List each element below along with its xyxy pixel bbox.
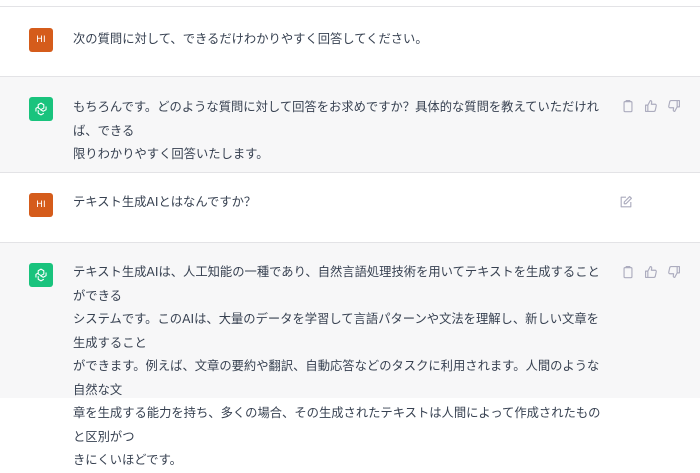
- assistant-message: もちろんです。どのような質問に対して回答をお求めですか？具体的な質問を教えていた…: [0, 77, 700, 172]
- thumbs-up-button[interactable]: [644, 265, 658, 279]
- copy-button[interactable]: [621, 265, 635, 279]
- copy-icon: [623, 100, 633, 113]
- edit-button[interactable]: [619, 195, 633, 209]
- thumbs-down-icon: [668, 100, 680, 112]
- message-text: テキスト生成AIは、人工知能の一種であり、自然言語処理技術を用いてテキストを生成…: [73, 265, 601, 467]
- message-actions: [619, 195, 633, 209]
- openai-logo-icon: [35, 102, 47, 116]
- chat-thread: HI 次の質問に対して、できるだけわかりやすく回答してください。 もちろんです。…: [0, 0, 700, 467]
- message-text: テキスト生成AIとはなんですか？: [73, 195, 257, 209]
- thumbs-up-icon: [645, 100, 657, 112]
- thumbs-up-button[interactable]: [644, 99, 658, 113]
- message-text: 次の質問に対して、できるだけわかりやすく回答してください。: [73, 32, 428, 46]
- user-message: HI テキスト生成AIとはなんですか？: [0, 173, 700, 242]
- copy-icon: [623, 266, 633, 279]
- assistant-avatar: [29, 263, 53, 287]
- user-message: HI 次の質問に対して、できるだけわかりやすく回答してください。: [0, 7, 700, 76]
- thumbs-down-button[interactable]: [667, 265, 681, 279]
- thumbs-up-icon: [645, 266, 657, 278]
- avatar-initials: HI: [36, 35, 46, 45]
- user-avatar: HI: [29, 193, 53, 217]
- thumbs-down-button[interactable]: [667, 99, 681, 113]
- message-actions: [621, 265, 681, 279]
- user-avatar: HI: [29, 28, 53, 52]
- assistant-avatar: [29, 97, 53, 121]
- avatar-initials: HI: [36, 200, 46, 210]
- openai-logo-icon: [35, 268, 47, 282]
- message-text: もちろんです。どのような質問に対して回答をお求めですか？具体的な質問を教えていた…: [73, 100, 599, 161]
- thumbs-down-icon: [668, 266, 680, 278]
- assistant-message: テキスト生成AIは、人工知能の一種であり、自然言語処理技術を用いてテキストを生成…: [0, 243, 700, 467]
- message-actions: [621, 99, 681, 113]
- edit-icon: [620, 196, 632, 208]
- copy-button[interactable]: [621, 99, 635, 113]
